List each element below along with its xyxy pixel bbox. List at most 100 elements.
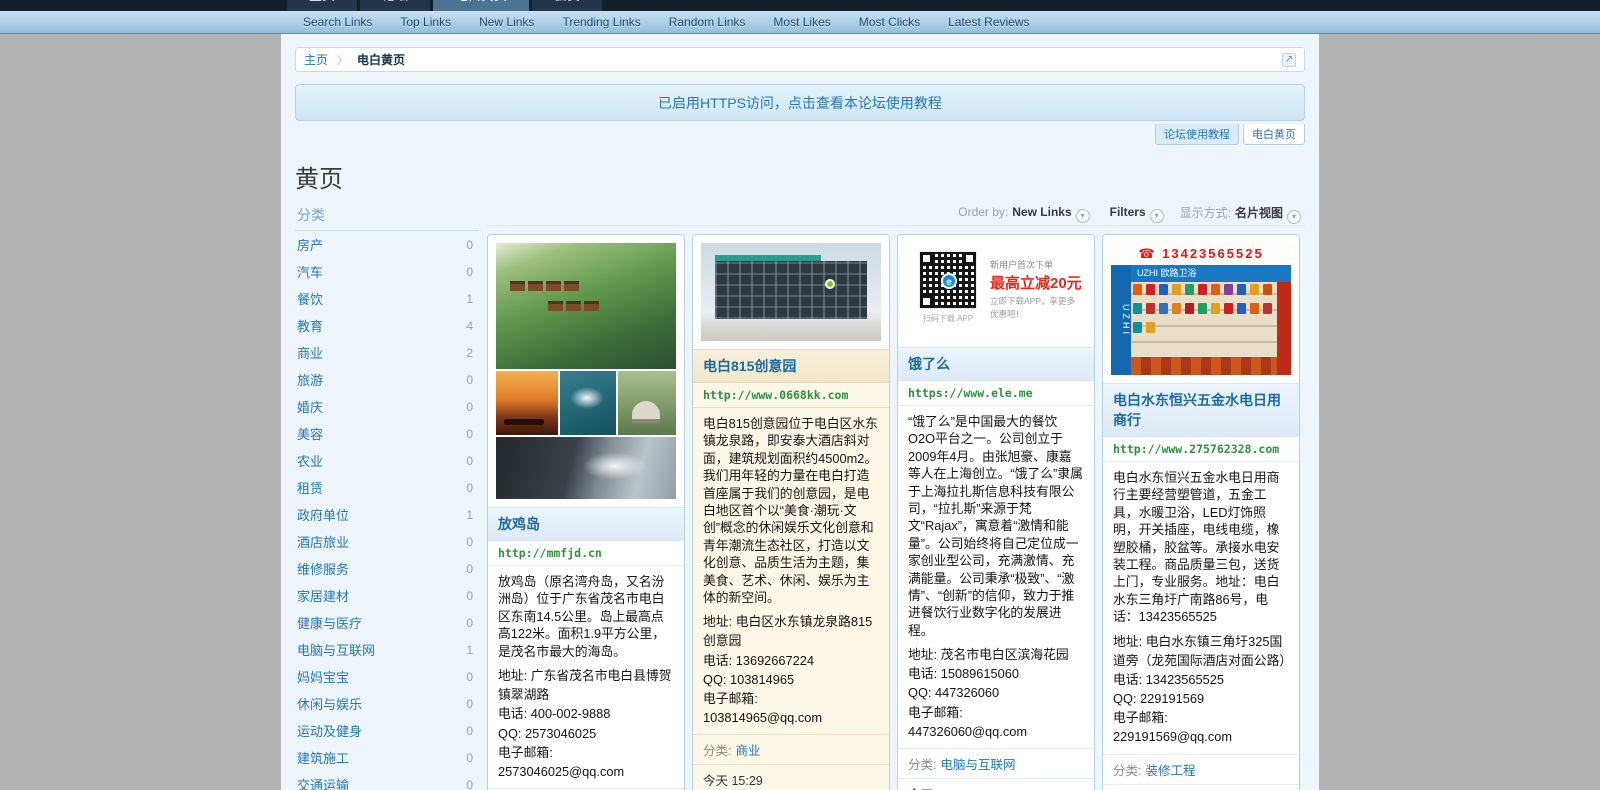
category-item[interactable]: 租赁 0 (295, 474, 479, 501)
chevron-down-icon[interactable] (1076, 209, 1090, 223)
subnav-item[interactable]: Most Likes (773, 11, 830, 33)
category-item[interactable]: 房产 0 (295, 231, 479, 258)
card-category-link[interactable]: 电脑与互联网 (940, 758, 1015, 772)
category-link[interactable]: 租赁 (297, 478, 323, 497)
card-title[interactable]: 放鸡岛 (488, 507, 684, 541)
category-link[interactable]: 房产 (297, 235, 323, 254)
category-link[interactable]: 妈妈宝宝 (297, 667, 349, 686)
category-link[interactable]: 婚庆 (297, 397, 323, 416)
fangjidao-photo[interactable] (488, 235, 684, 507)
breadcrumb-home-link[interactable]: 主页 (304, 51, 328, 68)
topnav-tab[interactable]: 电白黄页 (433, 0, 529, 11)
category-link[interactable]: 汽车 (297, 262, 323, 281)
tab-forum-guide[interactable]: 论坛使用教程 (1155, 124, 1239, 145)
filters-control[interactable]: Filters (1106, 205, 1164, 223)
category-link[interactable]: 建筑施工 (297, 748, 349, 767)
category-link[interactable]: 政府单位 (297, 505, 349, 524)
category-count: 0 (466, 265, 473, 279)
subnav-item[interactable]: Top Links (400, 11, 451, 33)
category-count: 0 (466, 616, 473, 630)
category-item[interactable]: 商业 2 (295, 339, 479, 366)
topnav-tab[interactable]: 会员 (532, 0, 602, 11)
subnav-item[interactable]: Search Links (303, 11, 372, 33)
card-category-row: 分类:电脑与互联网 (898, 748, 1094, 778)
category-item[interactable]: 教育 4 (295, 312, 479, 339)
subnav-item[interactable]: Trending Links (562, 11, 640, 33)
promo-line3: 立即下载APP，享更多优惠吧！ (990, 295, 1082, 321)
category-item[interactable]: 休闲与娱乐 0 (295, 690, 479, 717)
category-item[interactable]: 运动及健身 0 (295, 717, 479, 744)
topnav-tab[interactable]: 论坛 (360, 0, 430, 11)
category-item[interactable]: 交通运输 0 (295, 771, 479, 790)
card-contact-info: 地址: 茂名市电白区滨海花园 电话: 15089615060 QQ: 44732… (898, 643, 1094, 748)
subnav-item[interactable]: Latest Reviews (948, 11, 1029, 33)
category-item[interactable]: 餐饮 1 (295, 285, 479, 312)
category-item[interactable]: 维修服务 0 (295, 555, 479, 582)
card-category-link[interactable]: 商业 (735, 744, 760, 758)
page-title: 黄页 (295, 159, 1319, 194)
hengxing-storefront-photo[interactable]: ☎ 13423565525 UZHI 欧路卫浴 UZHI (1103, 235, 1299, 383)
category-item[interactable]: 建筑施工 0 (295, 744, 479, 771)
category-count: 4 (466, 319, 473, 333)
link-card-eleme: 扫码下载 APP 新用户首次下单 最高立减20元 立即下载APP，享更多优惠吧！… (897, 234, 1095, 790)
category-link[interactable]: 美容 (297, 424, 323, 443)
category-count: 1 (466, 643, 473, 657)
product-shelves (1131, 282, 1277, 357)
category-item[interactable]: 电脑与互联网 1 (295, 636, 479, 663)
category-item[interactable]: 婚庆 0 (295, 393, 479, 420)
category-item[interactable]: 家居建材 0 (295, 582, 479, 609)
card-url-link[interactable]: https://www.ele.me (898, 381, 1094, 406)
card-title[interactable]: 饿了么 (898, 347, 1094, 381)
order-by-label: Order by: (958, 205, 1008, 219)
category-link[interactable]: 商业 (297, 343, 323, 362)
promo-line2: 最高立减20元 (990, 273, 1082, 296)
card-description: “饿了么”是中国最大的餐饮O2O平台之一。公司创立于2009年4月。由张旭豪、康… (898, 406, 1094, 643)
chevron-right-icon: 〉 (337, 52, 348, 68)
display-mode-control[interactable]: 显示方式:名片视图 (1180, 204, 1301, 224)
https-notice-banner[interactable]: 已启用HTTPS访问，点击查看本论坛使用教程 (295, 84, 1305, 121)
card-url-link[interactable]: http://mmfjd.cn (488, 541, 684, 566)
chevron-down-icon[interactable] (1287, 210, 1301, 224)
order-by-value: New Links (1012, 205, 1071, 219)
category-item[interactable]: 农业 0 (295, 447, 479, 474)
subnav-item[interactable]: Most Clicks (859, 11, 920, 33)
category-link[interactable]: 交通运输 (297, 775, 349, 790)
category-link[interactable]: 家居建材 (297, 586, 349, 605)
top-navigation-bar: 主页论坛电白黄页会员 (0, 0, 1600, 11)
share-page-icon[interactable]: ↗ (1282, 53, 1296, 67)
category-link[interactable]: 电脑与互联网 (297, 640, 375, 659)
category-item[interactable]: 政府单位 1 (295, 501, 479, 528)
topnav-tab[interactable]: 主页 (287, 0, 357, 11)
category-item[interactable]: 汽车 0 (295, 258, 479, 285)
order-by-control[interactable]: Order by: New Links (958, 205, 1089, 223)
category-link[interactable]: 运动及健身 (297, 721, 362, 740)
subnav-item[interactable]: New Links (479, 11, 534, 33)
card-url-link[interactable]: http://www.275762328.com (1103, 437, 1299, 462)
category-link[interactable]: 休闲与娱乐 (297, 694, 362, 713)
category-item[interactable]: 健康与医疗 0 (295, 609, 479, 636)
category-count: 0 (466, 535, 473, 549)
category-count: 0 (466, 697, 473, 711)
category-link[interactable]: 教育 (297, 316, 323, 335)
category-item[interactable]: 美容 0 (295, 420, 479, 447)
category-item[interactable]: 妈妈宝宝 0 (295, 663, 479, 690)
subnav-item[interactable]: Random Links (669, 11, 746, 33)
card-title[interactable]: 电白水东恒兴五金水电日用商行 (1103, 383, 1299, 437)
category-link[interactable]: 健康与医疗 (297, 613, 362, 632)
category-item[interactable]: 酒店旅业 0 (295, 528, 479, 555)
card-title[interactable]: 电白815创意园 (693, 349, 889, 383)
category-link[interactable]: 农业 (297, 451, 323, 470)
tab-yellow-pages[interactable]: 电白黄页 (1243, 124, 1305, 145)
chevron-down-icon[interactable] (1150, 209, 1164, 223)
qr-code (919, 251, 977, 309)
category-item[interactable]: 旅游 0 (295, 366, 479, 393)
eleme-promo-image[interactable]: 扫码下载 APP 新用户首次下单 最高立减20元 立即下载APP，享更多优惠吧！ (898, 235, 1094, 347)
category-link[interactable]: 餐饮 (297, 289, 323, 308)
card-category-link[interactable]: 装修工程 (1145, 764, 1195, 778)
category-link[interactable]: 维修服务 (297, 559, 349, 578)
category-link[interactable]: 旅游 (297, 370, 323, 389)
creative-park-photo[interactable] (693, 235, 889, 349)
category-link[interactable]: 酒店旅业 (297, 532, 349, 551)
category-count: 1 (466, 508, 473, 522)
card-url-link[interactable]: http://www.0668kk.com (693, 383, 889, 408)
